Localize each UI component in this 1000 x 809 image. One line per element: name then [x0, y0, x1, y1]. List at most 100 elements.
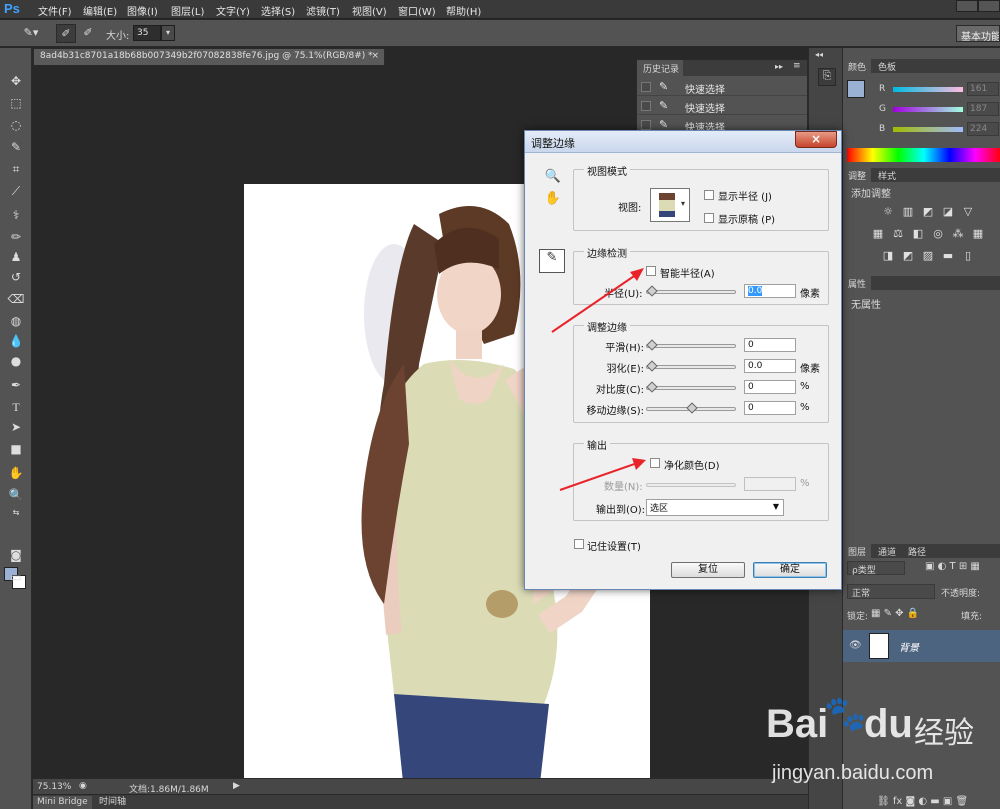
- slider-thumb[interactable]: [646, 285, 658, 297]
- quick-mask-icon[interactable]: ◙: [4, 546, 28, 564]
- close-document-icon[interactable]: ×: [371, 51, 379, 61]
- tab-swatches[interactable]: 色板: [873, 59, 901, 73]
- dialog-close-button[interactable]: ×: [795, 131, 837, 148]
- levels-icon[interactable]: ▥: [901, 206, 915, 218]
- pen-tool-icon[interactable]: ✒: [4, 376, 28, 394]
- paint-bucket-tool-icon[interactable]: ◍: [4, 312, 28, 330]
- gradient-map-icon[interactable]: ▬: [941, 250, 955, 262]
- menu-filter[interactable]: 滤镜(T): [306, 3, 340, 18]
- brush-tool-icon[interactable]: ✏: [4, 228, 28, 246]
- remember-settings-checkbox[interactable]: [574, 539, 584, 549]
- green-value-input[interactable]: 187: [967, 102, 999, 116]
- tab-styles[interactable]: 样式: [873, 168, 901, 182]
- type-tool-icon[interactable]: T: [4, 398, 28, 416]
- color-balance-icon[interactable]: ⚖: [891, 228, 905, 240]
- photo-filter-icon[interactable]: ◎: [931, 228, 945, 240]
- dialog-titlebar[interactable]: 调整边缘 ×: [525, 131, 841, 153]
- history-snapshot-checkbox[interactable]: [641, 120, 651, 130]
- selective-color-icon[interactable]: ▯: [961, 250, 975, 262]
- refine-radius-tool-button[interactable]: ✎: [539, 249, 565, 273]
- new-selection-mode-button[interactable]: ✐: [56, 24, 76, 43]
- path-selection-tool-icon[interactable]: ➤: [4, 418, 28, 436]
- minimize-button[interactable]: [956, 0, 978, 12]
- menu-layer[interactable]: 图层(L): [171, 3, 204, 18]
- hue-saturation-icon[interactable]: ▦: [871, 228, 885, 240]
- lasso-tool-icon[interactable]: ◌: [4, 116, 28, 134]
- quick-selection-tool-icon[interactable]: ✎: [4, 138, 28, 156]
- view-mode-picker[interactable]: ▾: [650, 188, 690, 222]
- posterize-icon[interactable]: ◩: [901, 250, 915, 262]
- amount-slider[interactable]: [646, 477, 736, 493]
- tab-channels[interactable]: 通道: [873, 544, 901, 558]
- workspace-button[interactable]: 基本功能: [956, 25, 1000, 42]
- status-menu-arrow-icon[interactable]: ▶: [233, 781, 240, 791]
- document-tab[interactable]: 8ad4b31c8701a18b68b007349b2f07082838fe76…: [33, 48, 385, 65]
- threshold-icon[interactable]: ▨: [921, 250, 935, 262]
- history-snapshot-checkbox[interactable]: [641, 82, 651, 92]
- history-item[interactable]: ✎ 快速选择: [637, 97, 807, 115]
- brush-size-dropdown[interactable]: ▾: [161, 25, 175, 41]
- move-tool-icon[interactable]: ✥: [4, 72, 28, 90]
- tab-history[interactable]: 历史记录: [637, 60, 683, 76]
- blue-slider[interactable]: [893, 127, 963, 132]
- screen-mode-icon[interactable]: ▭: [4, 568, 28, 586]
- menu-view[interactable]: 视图(V): [352, 3, 387, 18]
- tab-mini-bridge[interactable]: Mini Bridge: [33, 796, 92, 809]
- blend-mode-select[interactable]: 正常: [847, 584, 935, 599]
- contrast-slider[interactable]: [646, 380, 736, 396]
- clone-stamp-tool-icon[interactable]: ♟: [4, 248, 28, 266]
- color-spectrum-bar[interactable]: [847, 148, 1000, 162]
- menu-edit[interactable]: 编辑(E): [83, 3, 117, 18]
- slider-thumb[interactable]: [646, 381, 658, 393]
- slider-thumb[interactable]: [646, 339, 658, 351]
- tab-adjustments[interactable]: 调整: [843, 168, 872, 182]
- shift-edge-slider[interactable]: [646, 401, 736, 417]
- tab-color[interactable]: 颜色: [843, 59, 872, 73]
- eraser-tool-icon[interactable]: ⌫: [4, 290, 28, 308]
- tab-properties[interactable]: 属性: [843, 276, 872, 290]
- healing-brush-tool-icon[interactable]: ⚕: [4, 206, 28, 224]
- menu-image[interactable]: 图像(I): [127, 3, 158, 18]
- hand-icon[interactable]: ✋: [543, 191, 563, 209]
- color-lookup-icon[interactable]: ▦: [971, 228, 985, 240]
- contrast-input[interactable]: 0: [744, 380, 796, 394]
- menu-help[interactable]: 帮助(H): [446, 3, 481, 18]
- blue-value-input[interactable]: 224: [967, 122, 999, 136]
- history-item[interactable]: ✎ 快速选择: [637, 78, 807, 96]
- status-icon[interactable]: ◉: [79, 781, 87, 791]
- curves-icon[interactable]: ◩: [921, 206, 935, 218]
- menu-window[interactable]: 窗口(W): [398, 3, 436, 18]
- marquee-tool-icon[interactable]: ⬚: [4, 94, 28, 112]
- menu-file[interactable]: 文件(F): [38, 3, 72, 18]
- menu-type[interactable]: 文字(Y): [216, 3, 250, 18]
- layer-name[interactable]: 背景: [899, 639, 919, 654]
- add-selection-mode-button[interactable]: ✐: [78, 24, 98, 43]
- reset-button[interactable]: 复位: [671, 562, 745, 578]
- smooth-input[interactable]: 0: [744, 338, 796, 352]
- eye-icon[interactable]: 👁: [849, 640, 862, 651]
- blur-tool-icon[interactable]: 💧: [4, 332, 28, 350]
- layer-filter-kind-select[interactable]: ρ类型: [847, 561, 905, 576]
- eyedropper-tool-icon[interactable]: ⟋: [4, 182, 28, 200]
- smooth-slider[interactable]: [646, 338, 736, 354]
- feather-input[interactable]: 0.0: [744, 359, 796, 373]
- exposure-icon[interactable]: ◪: [941, 206, 955, 218]
- panel-menu-icon[interactable]: ≡: [793, 61, 801, 71]
- history-brush-tool-icon[interactable]: ↺: [4, 268, 28, 286]
- smart-radius-checkbox[interactable]: [646, 266, 656, 276]
- swap-colors-icon[interactable]: ⇆: [4, 504, 28, 522]
- amount-input[interactable]: [744, 477, 796, 491]
- zoom-tool-icon[interactable]: 🔍: [4, 486, 28, 504]
- zoom-icon[interactable]: 🔍: [543, 169, 563, 187]
- radius-input[interactable]: 0.0: [744, 284, 796, 298]
- invert-icon[interactable]: ◨: [881, 250, 895, 262]
- brightness-icon[interactable]: ☼: [881, 206, 895, 218]
- decontaminate-colors-checkbox[interactable]: [650, 458, 660, 468]
- feather-slider[interactable]: [646, 359, 736, 375]
- slider-thumb[interactable]: [686, 402, 698, 414]
- lock-icons[interactable]: ▦ ✎ ✥ 🔒: [871, 608, 919, 619]
- maximize-button[interactable]: [978, 0, 1000, 12]
- panel-collapse-icon[interactable]: ▸▸: [775, 62, 783, 71]
- brush-size-input[interactable]: 35: [133, 25, 161, 41]
- crop-tool-icon[interactable]: ⌗: [4, 160, 28, 178]
